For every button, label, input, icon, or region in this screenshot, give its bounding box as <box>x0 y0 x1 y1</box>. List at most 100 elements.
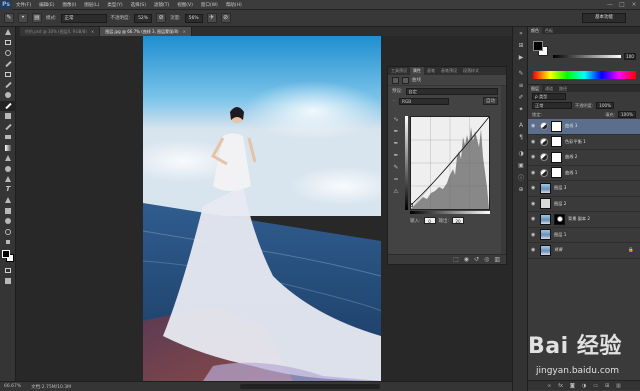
brush-tool-preset-icon[interactable]: ✎ <box>4 13 14 23</box>
layer-thumbnail[interactable] <box>540 198 551 210</box>
character-panel-icon[interactable]: A <box>513 119 529 131</box>
clone-stamp-tool[interactable] <box>0 111 16 122</box>
swap-colors[interactable] <box>0 237 16 248</box>
blend-mode-select[interactable]: 正常 <box>532 102 572 109</box>
new-adjustment-icon[interactable]: ◑ <box>582 383 586 389</box>
move-tool[interactable] <box>0 27 16 38</box>
channel-select[interactable]: RGB <box>399 97 450 105</box>
document-image[interactable] <box>143 36 381 381</box>
clip-to-layer-icon[interactable]: ⬚ <box>453 256 459 263</box>
panel-foreground-color[interactable] <box>533 41 543 51</box>
eye-icon[interactable]: ◉ <box>531 154 537 160</box>
navigator-panel-icon[interactable]: ⊕ <box>513 183 529 195</box>
adjustments-panel-icon[interactable]: ◑ <box>513 147 529 159</box>
quick-select-tool[interactable] <box>0 59 16 70</box>
smooth-curve-icon[interactable]: ≈ <box>392 175 400 184</box>
black-eyedropper-icon[interactable]: ✒ <box>392 127 400 136</box>
input-field[interactable]: 0 <box>423 217 436 224</box>
tab-channels[interactable]: 通道 <box>542 85 556 92</box>
crop-tool[interactable] <box>0 69 16 80</box>
layer-row[interactable]: ◉ 图层 3 <box>528 181 640 197</box>
history-panel-icon[interactable]: ⊞ <box>513 39 529 51</box>
hand-adjust-icon[interactable]: ☜ <box>392 99 396 104</box>
menu-item-5[interactable]: 选择(S) <box>127 2 150 8</box>
eyedropper-tool[interactable] <box>0 80 16 91</box>
close-icon[interactable]: × <box>91 29 94 34</box>
lasso-tool[interactable] <box>0 48 16 59</box>
layer-kind-filter[interactable]: ρ 类型 <box>532 93 566 100</box>
new-group-icon[interactable]: ▭ <box>593 383 598 389</box>
curves-graph[interactable] <box>409 116 490 210</box>
tab-brush-presets[interactable]: 画笔预设 <box>438 67 460 75</box>
path-select-tool[interactable] <box>0 195 16 206</box>
layer-mask-thumbnail[interactable] <box>551 167 562 179</box>
screen-mode-tool[interactable] <box>0 276 16 287</box>
eye-icon[interactable]: ◉ <box>531 232 537 238</box>
flow-input[interactable]: 56% <box>184 13 203 23</box>
eye-icon[interactable]: ◉ <box>531 170 537 176</box>
menu-item-6[interactable]: 滤镜(T) <box>150 2 173 8</box>
gray-slider-value[interactable]: 100 <box>624 53 636 60</box>
hand-tool[interactable] <box>0 216 16 227</box>
menu-item-7[interactable]: 视图(V) <box>173 2 197 8</box>
history-brush-tool[interactable] <box>0 122 16 133</box>
pressure-opacity-icon[interactable]: ⊘ <box>156 13 167 23</box>
blur-tool[interactable] <box>0 153 16 164</box>
color-ramp[interactable] <box>533 71 636 79</box>
tab-document-1[interactable]: 约约.psd @ 30% (图层0, RGB/8) × <box>20 27 101 36</box>
fill-input[interactable]: 100% <box>618 111 636 118</box>
gray-eyedropper-icon[interactable]: ✒ <box>392 139 400 148</box>
tab-properties[interactable]: 属性 <box>410 67 424 75</box>
layer-row[interactable]: ◉ 图层 2 <box>528 197 640 212</box>
delete-layer-icon[interactable]: ▥ <box>616 383 621 389</box>
opacity-input[interactable]: 52% <box>134 13 153 23</box>
pressure-size-icon[interactable]: ⊘ <box>220 13 231 23</box>
paragraph-panel-icon[interactable]: ¶ <box>513 131 529 143</box>
tab-tool-presets[interactable]: 工具预设 <box>388 67 410 75</box>
delete-icon[interactable]: ▥ <box>494 256 500 263</box>
airbrush-icon[interactable]: ✈ <box>206 13 217 23</box>
layer-row[interactable]: ◉ 背景 🔒 <box>528 243 640 259</box>
layer-mask-thumbnail[interactable] <box>554 213 565 225</box>
marquee-tool[interactable] <box>0 38 16 49</box>
properties-panel-icon[interactable]: ≡ <box>513 79 529 91</box>
new-layer-icon[interactable]: ⊞ <box>605 383 609 389</box>
clipping-warning-icon[interactable]: ⚠ <box>392 187 400 196</box>
tab-document-2[interactable]: 图层.jpg @ 66.7% (曲线 3, 图层蒙版/8) × <box>100 27 192 36</box>
tab-paragraph-styles[interactable]: 段落样式 <box>460 67 482 75</box>
minimize-button[interactable]: — <box>606 1 614 8</box>
add-mask-icon[interactable]: ◙ <box>570 383 575 389</box>
zoom-level[interactable]: 66.67% <box>4 384 21 389</box>
tab-brush[interactable]: 画笔 <box>424 67 438 75</box>
eye-icon[interactable]: ◉ <box>531 216 537 222</box>
mask-icon[interactable] <box>402 76 409 84</box>
layer-row[interactable]: ◉ 背景 副本 2 <box>528 212 640 228</box>
layer-row[interactable]: ◉ 色彩平衡 1 <box>528 135 640 150</box>
auto-button[interactable]: 自动 <box>483 97 498 105</box>
pen-tool[interactable] <box>0 174 16 185</box>
collapse-panels-icon[interactable]: » <box>513 27 529 39</box>
gradient-tool[interactable] <box>0 143 16 154</box>
visibility-icon[interactable]: ◎ <box>484 256 489 263</box>
layer-thumbnail[interactable] <box>540 244 551 256</box>
pencil-draw-icon[interactable]: ✎ <box>392 163 400 172</box>
layer-opacity-input[interactable]: 100% <box>596 102 615 109</box>
white-eyedropper-icon[interactable]: ✒ <box>392 151 400 160</box>
tab-color[interactable]: 颜色 <box>528 27 542 34</box>
menu-item-2[interactable]: 图像(I) <box>58 2 80 8</box>
menu-item-4[interactable]: 类型(Y) <box>103 2 126 8</box>
eye-icon[interactable]: ◉ <box>531 201 537 207</box>
gray-slider[interactable] <box>553 55 621 58</box>
quick-mask-tool[interactable] <box>0 266 16 277</box>
tab-layers[interactable]: 图层 <box>528 85 542 92</box>
menu-item-0[interactable]: 文件(F) <box>12 2 35 8</box>
layer-mask-thumbnail[interactable] <box>551 136 562 148</box>
eye-icon[interactable]: ◉ <box>531 185 537 191</box>
reset-icon[interactable]: ↺ <box>474 256 479 263</box>
mode-select[interactable]: 正常 <box>60 13 107 23</box>
link-layers-icon[interactable]: ∞ <box>547 383 551 389</box>
layer-style-icon[interactable]: fx <box>558 383 563 389</box>
layer-mask-thumbnail[interactable] <box>551 120 562 132</box>
menu-item-3[interactable]: 图层(L) <box>80 2 103 8</box>
eye-icon[interactable]: ◉ <box>531 247 537 253</box>
